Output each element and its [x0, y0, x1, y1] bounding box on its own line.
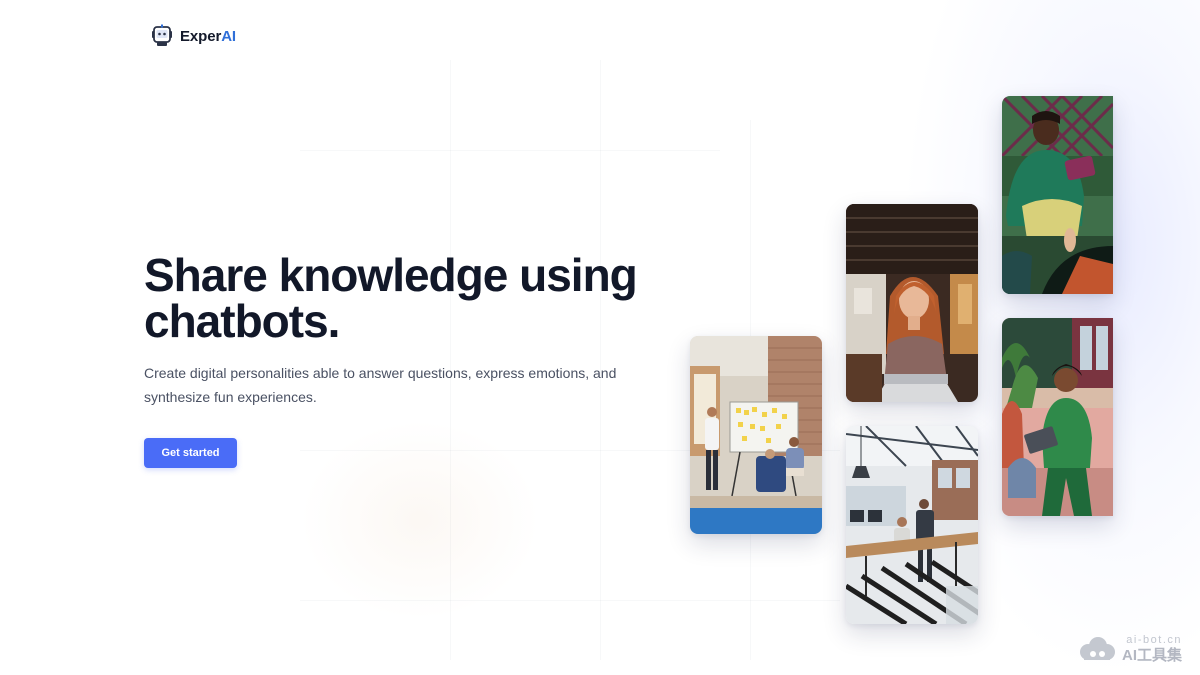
background-glow-left	[300, 420, 540, 620]
woman-in-green-sweater-photo	[1002, 318, 1113, 516]
open-office-workspace-photo	[846, 426, 978, 624]
team-whiteboard-meeting-photo	[690, 336, 822, 534]
cloud-logo-icon	[1079, 637, 1115, 660]
grid-line	[300, 600, 840, 601]
woman-using-laptop-photo	[846, 204, 978, 402]
brand-name-accent: AI	[221, 27, 237, 45]
get-started-button[interactable]: Get started	[144, 438, 237, 468]
man-laughing-with-tablet-photo	[1002, 96, 1113, 294]
robot-icon	[152, 24, 172, 46]
hero-title: Share knowledge using chatbots.	[144, 249, 638, 347]
brand-name-prefix: Exper	[180, 27, 222, 45]
grid-line	[600, 60, 601, 660]
watermark-label: AI工具集	[1121, 647, 1182, 664]
watermark: ai-bot.cn AI工具集	[1078, 635, 1182, 663]
brand-logo[interactable]: ExperAI	[150, 24, 236, 48]
landing-page: ExperAI Share knowledge using chatbots. …	[0, 0, 1200, 675]
watermark-text: ai-bot.cn AI工具集	[1121, 634, 1182, 664]
grid-line	[300, 150, 720, 151]
brand-name: ExperAI	[180, 28, 236, 45]
grid-line	[450, 60, 451, 660]
watermark-domain: ai-bot.cn	[1126, 634, 1182, 646]
hero-subtitle: Create digital personalities able to ans…	[144, 365, 617, 405]
